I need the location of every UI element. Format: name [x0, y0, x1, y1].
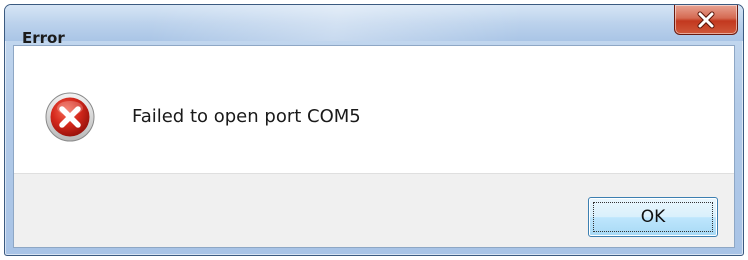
close-icon — [675, 5, 737, 34]
title-bar[interactable]: Error — [5, 5, 743, 47]
button-bar: OK — [14, 173, 734, 247]
ok-button-label: OK — [640, 207, 666, 227]
dialog-body: Failed to open port COM5 OK — [13, 45, 735, 248]
error-dialog: Error Failed to open port COM5 OK — [4, 4, 744, 256]
error-message: Failed to open port COM5 — [132, 106, 361, 127]
close-button[interactable] — [674, 5, 738, 35]
error-icon — [45, 92, 95, 142]
ok-button[interactable]: OK — [588, 197, 718, 237]
message-area: Failed to open port COM5 — [14, 46, 734, 173]
